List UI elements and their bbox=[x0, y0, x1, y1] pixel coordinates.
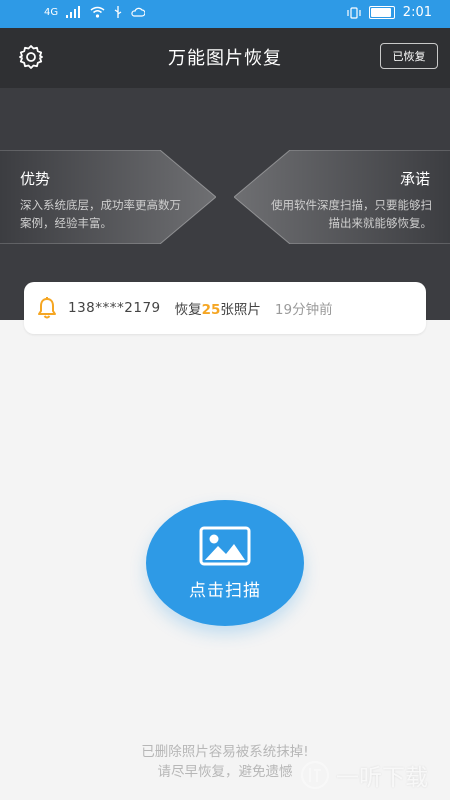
notice-restore-prefix: 恢复 bbox=[174, 302, 202, 318]
advantage-description: 深入系统底层，成功率更高数万案例，经验丰富。 bbox=[20, 198, 181, 230]
image-icon bbox=[199, 526, 251, 565]
promise-title: 承诺 bbox=[399, 170, 430, 188]
restored-button[interactable]: 已恢复 bbox=[380, 43, 438, 69]
notice-phone: 138****2179 bbox=[68, 300, 161, 316]
advantage-title: 优势 bbox=[20, 170, 51, 188]
status-bar: 4G 2:01 bbox=[0, 0, 450, 28]
watermark-logo-icon bbox=[301, 761, 329, 789]
notice-restore-suffix: 张照片 bbox=[220, 302, 261, 318]
clock: 2:01 bbox=[402, 5, 432, 20]
status-right: 2:01 bbox=[347, 5, 432, 20]
header: 万能图片恢复 已恢复 bbox=[0, 28, 450, 88]
watermark-text: 一听下载 bbox=[336, 765, 428, 791]
vibrate-icon bbox=[347, 6, 361, 19]
notice-restore-text: 恢复25张照片 bbox=[175, 298, 261, 318]
notice-count: 25 bbox=[201, 302, 221, 318]
recovery-notice: 138****2179 恢复25张照片 19分钟前 bbox=[24, 282, 426, 334]
wifi-icon bbox=[90, 6, 105, 18]
notice-time-ago: 19分钟前 bbox=[274, 302, 333, 318]
watermark: 一听下载 bbox=[300, 758, 442, 792]
network-label: 4G bbox=[44, 6, 59, 18]
cloud-icon bbox=[131, 7, 146, 17]
battery-icon bbox=[368, 6, 395, 19]
status-left-icons: 4G bbox=[44, 6, 146, 18]
scan-label: 点击扫描 bbox=[189, 580, 261, 601]
promise-description: 使用软件深度扫描，只要能够扫描出来就能够恢复。 bbox=[271, 198, 432, 230]
usb-icon bbox=[114, 6, 122, 18]
signal-icon bbox=[66, 6, 81, 18]
scan-button[interactable]: 点击扫描 bbox=[146, 500, 304, 626]
bell-icon bbox=[38, 297, 56, 319]
